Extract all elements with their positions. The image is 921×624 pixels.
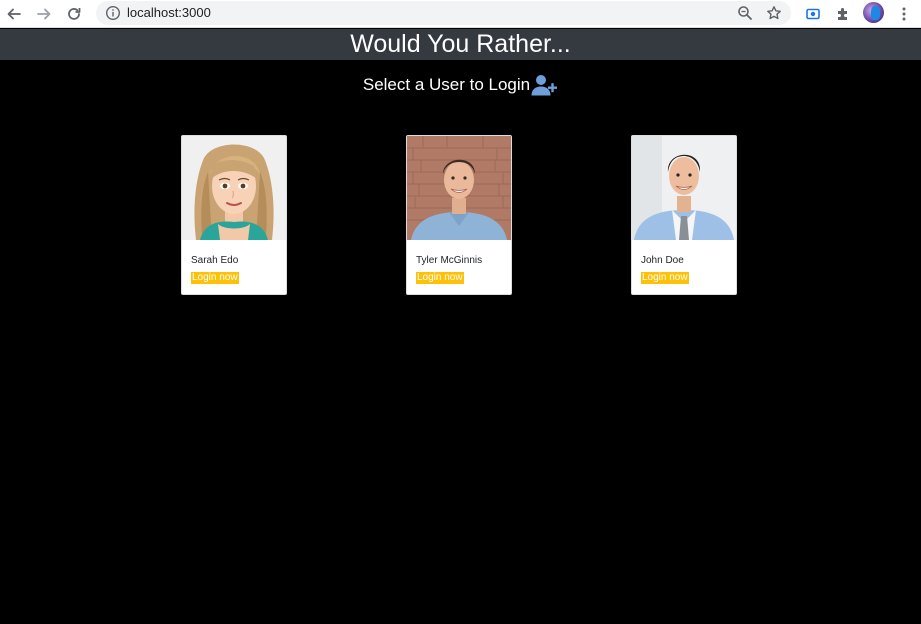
profile-avatar[interactable] [863, 2, 884, 23]
avatar [182, 136, 286, 240]
address-bar[interactable]: localhost:3000 [96, 1, 791, 25]
user-card-tyler-mcginnis[interactable]: Tyler McGinnis Login now [406, 135, 512, 295]
page-title: Would You Rather... [350, 30, 571, 58]
app-header: Would You Rather... [0, 29, 921, 60]
kebab-menu-icon[interactable] [893, 3, 915, 25]
login-prompt-row: Select a User to Login [0, 73, 921, 97]
url-text[interactable]: localhost:3000 [127, 5, 211, 21]
zoom-icon[interactable] [737, 5, 753, 21]
login-now-link[interactable]: Login now [191, 272, 239, 284]
login-prompt: Select a User to Login [362, 75, 531, 94]
login-now-link[interactable]: Login now [416, 272, 464, 284]
user-name: John Doe [641, 255, 684, 266]
avatar [407, 136, 511, 240]
user-plus-icon [531, 75, 558, 96]
star-icon[interactable] [766, 5, 782, 21]
back-arrow-icon[interactable] [3, 3, 25, 25]
user-card-john-doe[interactable]: John Doe Login now [631, 135, 737, 295]
puzzle-icon[interactable] [832, 3, 854, 25]
forward-arrow-icon[interactable] [33, 3, 55, 25]
info-icon[interactable] [105, 5, 121, 21]
avatar [632, 136, 736, 240]
user-name: Tyler McGinnis [416, 255, 483, 266]
reload-icon[interactable] [63, 3, 85, 25]
user-card-sarah-edo[interactable]: Sarah Edo Login now [181, 135, 287, 295]
user-name: Sarah Edo [191, 255, 239, 266]
login-now-link[interactable]: Login now [641, 272, 689, 284]
browser-toolbar: localhost:3000 [0, 0, 921, 28]
screencast-icon[interactable] [802, 3, 824, 25]
